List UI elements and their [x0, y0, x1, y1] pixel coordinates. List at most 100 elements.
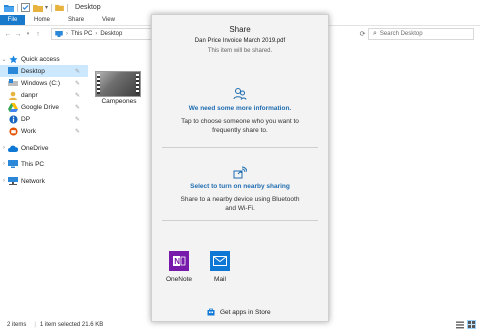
people-icon: [233, 88, 247, 100]
quick-access-dropdown-icon[interactable]: ▾: [45, 3, 48, 13]
nav-item-google-drive[interactable]: Google Drive ✎: [0, 101, 88, 113]
nav-item-windows-c[interactable]: Windows (C:) ✎: [0, 77, 88, 89]
nav-label: Google Drive: [21, 103, 59, 111]
chevron-right-icon[interactable]: ›: [0, 178, 8, 184]
forward-arrow-icon[interactable]: →: [13, 28, 23, 40]
app-label: OneNote: [165, 276, 193, 283]
back-arrow-icon[interactable]: ←: [3, 28, 13, 40]
item-count: 2 items: [7, 321, 27, 328]
search-icon: ⌕: [373, 30, 377, 37]
onedrive-cloud-icon: [8, 143, 18, 153]
folder-icon-small: [55, 3, 64, 13]
nav-label: This PC: [21, 160, 45, 168]
store-icon: [207, 308, 215, 316]
nav-label: Windows (C:): [21, 79, 61, 87]
tab-home[interactable]: Home: [25, 15, 59, 25]
nav-label: Network: [21, 177, 45, 185]
new-folder-icon[interactable]: [33, 3, 43, 13]
share-note: This item will be shared.: [207, 48, 273, 54]
contacts-heading[interactable]: We need some more information.: [152, 105, 328, 112]
title-bar: ▾ Desktop: [0, 0, 480, 15]
nearby-sharing-section[interactable]: Select to turn on nearby sharing Share t…: [152, 166, 328, 213]
pin-icon[interactable]: ✎: [75, 104, 80, 111]
tab-file[interactable]: File: [0, 15, 25, 25]
this-pc-icon: [55, 31, 63, 37]
chevron-right-icon[interactable]: ›: [0, 145, 8, 151]
chevron-right-icon[interactable]: ›: [0, 161, 8, 167]
desktop-icon: [8, 66, 18, 76]
app-mail[interactable]: Mail: [203, 251, 237, 283]
breadcrumb-this-pc[interactable]: This PC: [71, 31, 92, 37]
up-arrow-icon[interactable]: ↑: [33, 28, 43, 40]
breadcrumb-desktop[interactable]: Desktop: [100, 31, 122, 37]
network-icon: [8, 176, 18, 186]
details-view-icon[interactable]: [455, 320, 464, 329]
nav-label: danpr: [21, 91, 38, 99]
star-icon: [8, 54, 18, 64]
nav-item-dp[interactable]: DP ✎: [0, 113, 88, 125]
nav-item-danpr[interactable]: danpr ✎: [0, 89, 88, 101]
svg-text:N: N: [174, 257, 180, 266]
file-name: Campeones: [101, 98, 137, 105]
nav-item-desktop[interactable]: Desktop ✎: [0, 65, 88, 77]
video-thumbnail: [95, 71, 141, 97]
onenote-icon: N: [169, 251, 189, 271]
nav-label: Work: [21, 127, 37, 135]
nav-item-onedrive[interactable]: › OneDrive: [0, 142, 88, 154]
user-folder-icon: [8, 90, 18, 100]
divider: [162, 147, 318, 148]
divider: [162, 220, 318, 221]
google-drive-icon: [8, 102, 18, 112]
pin-icon[interactable]: ✎: [75, 92, 80, 99]
get-apps-in-store-link[interactable]: Get apps in Store: [207, 308, 271, 316]
title-separator-2: [51, 3, 53, 12]
status-separator: |: [34, 321, 36, 328]
breadcrumb-chevron-icon: ›: [95, 31, 98, 37]
share-flyout: Share Dan Price Invoice March 2019.pdf T…: [151, 14, 329, 322]
nav-item-this-pc[interactable]: › This PC: [0, 158, 88, 170]
nearby-sharing-body: Share to a nearby device using Bluetooth…: [180, 196, 300, 212]
contacts-body: Tap to choose someone who you want to fr…: [181, 118, 299, 134]
refresh-icon[interactable]: ⟳: [358, 29, 367, 39]
title-separator-3: [67, 3, 69, 12]
title-separator: [17, 3, 18, 12]
nav-label: Quick access: [21, 55, 60, 63]
nearby-sharing-heading[interactable]: Select to turn on nearby sharing: [152, 183, 328, 190]
tab-share[interactable]: Share: [59, 15, 93, 25]
nearby-share-icon: [233, 166, 247, 179]
selection-info: 1 item selected 21.6 KB: [39, 321, 104, 328]
pin-icon[interactable]: ✎: [75, 80, 80, 87]
info-icon: [8, 114, 18, 124]
window-title: Desktop: [75, 4, 101, 11]
nav-item-network[interactable]: › Network: [0, 175, 88, 187]
nav-label: Desktop: [21, 67, 45, 75]
file-item-campeones[interactable]: Campeones: [95, 71, 147, 111]
navigation-pane: ⌄ Quick access Desktop ✎ Windows (C:) ✎ …: [0, 48, 88, 316]
pin-icon[interactable]: ✎: [75, 128, 80, 135]
contacts-section[interactable]: We need some more information. Tap to ch…: [152, 87, 328, 135]
mail-icon: [210, 251, 230, 271]
nav-label: OneDrive: [21, 144, 49, 152]
pin-icon[interactable]: ✎: [75, 116, 80, 123]
share-file-name: Dan Price Invoice March 2019.pdf: [194, 38, 286, 44]
recent-locations-icon[interactable]: ▾: [23, 28, 33, 40]
chevron-down-icon[interactable]: ⌄: [0, 56, 8, 63]
tab-view[interactable]: View: [93, 15, 124, 25]
folder-icon: [4, 3, 14, 13]
breadcrumb-chevron-icon: ›: [66, 31, 68, 37]
properties-icon[interactable]: [21, 3, 30, 13]
store-link-label: Get apps in Store: [220, 308, 271, 316]
pin-icon[interactable]: ✎: [75, 68, 80, 75]
drive-icon: [8, 78, 18, 88]
nav-item-work[interactable]: Work ✎: [0, 125, 88, 137]
nav-item-quick-access[interactable]: ⌄ Quick access: [0, 53, 88, 65]
nav-label: DP: [21, 115, 31, 123]
large-icons-view-icon[interactable]: [467, 320, 476, 329]
share-title: Share: [229, 25, 251, 34]
search-placeholder: Search Desktop: [379, 31, 423, 37]
search-input[interactable]: ⌕ Search Desktop: [368, 28, 474, 40]
app-label: Mail: [214, 276, 226, 283]
computer-icon: [8, 159, 18, 169]
app-onenote[interactable]: N OneNote: [162, 251, 196, 283]
address-bar[interactable]: › This PC › Desktop: [51, 28, 153, 40]
